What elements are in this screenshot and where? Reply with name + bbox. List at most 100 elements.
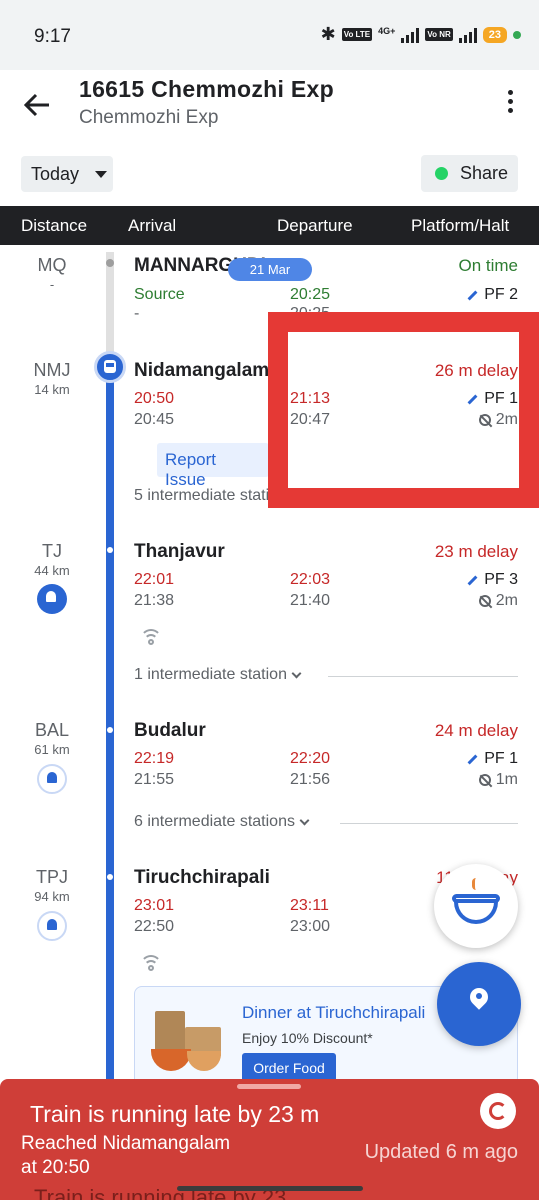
arrival-actual: 23:01: [134, 897, 175, 914]
timeline-dot: [106, 259, 114, 267]
platform-info[interactable]: PF 1: [467, 750, 518, 768]
timeline-dot: [107, 874, 113, 880]
whatsapp-icon: [435, 167, 448, 180]
station-distance: 14 km: [34, 382, 70, 397]
departure-actual: 23:11: [290, 897, 329, 914]
alarm-bell-icon[interactable]: [37, 911, 67, 941]
wifi-icon: [138, 627, 164, 647]
date-select[interactable]: Today: [21, 156, 113, 192]
edit-pencil-icon: [467, 290, 478, 300]
back-arrow-icon[interactable]: [22, 90, 52, 120]
gesture-nav-bar[interactable]: [177, 1186, 363, 1191]
status-bar: 9:17 ✱ Vo LTE 4G+ Vo NR 23: [0, 0, 539, 70]
halt-label: 1m: [495, 771, 518, 788]
timeline-dot: [107, 727, 113, 733]
station-name[interactable]: Nidamangalam: [134, 360, 269, 382]
station-code: TJ: [42, 541, 62, 561]
refresh-icon[interactable]: [480, 1093, 516, 1129]
station-name[interactable]: Tiruchchirapali: [134, 867, 270, 889]
network-type: 4G+: [378, 25, 396, 36]
col-platform: Platform/Halt: [411, 216, 510, 235]
date-chip: 21 Mar: [228, 258, 312, 281]
halt-info: 1m: [478, 771, 518, 789]
status-icons: ✱ Vo LTE 4G+ Vo NR 23: [321, 24, 521, 45]
arrival-scheduled: 21:55: [134, 771, 175, 788]
arrival-scheduled: -: [134, 305, 140, 317]
timer-off-icon: [478, 774, 491, 786]
report-issue-button[interactable]: Report Issue: [157, 443, 269, 489]
arrival-actual: Source: [134, 286, 185, 303]
col-arrival: Arrival: [128, 216, 177, 235]
platform-info[interactable]: PF 2: [467, 286, 518, 304]
signal-icon: [401, 27, 420, 43]
food-fab-button[interactable]: [434, 864, 518, 948]
live-location-fab-button[interactable]: [437, 962, 521, 1046]
col-departure: Departure: [277, 216, 353, 235]
food-bowl-icon: [454, 900, 498, 924]
date-select-label: Today: [31, 163, 80, 184]
status-badge: 24 m delay: [434, 721, 518, 740]
station-code: TPJ: [35, 867, 68, 887]
more-options-icon[interactable]: [500, 90, 520, 120]
drag-handle[interactable]: [237, 1084, 301, 1089]
battery-icon: 23: [482, 26, 507, 43]
intermediate-stations-toggle[interactable]: 1 intermediate station: [134, 666, 302, 684]
food-offer-title: Dinner at Tiruchchirapali: [242, 1003, 426, 1022]
station-code: BAL: [34, 720, 70, 740]
arrival-scheduled: 22:50: [134, 918, 175, 935]
running-status-banner[interactable]: Train is running late by 23 m Reached Ni…: [0, 1079, 539, 1200]
platform-info[interactable]: PF 3: [467, 571, 518, 589]
timeline-passed: [106, 252, 114, 364]
highlight-box: [268, 312, 539, 508]
col-distance: Distance: [21, 216, 88, 235]
privacy-dot-icon: [513, 30, 521, 39]
dropdown-caret-icon: [95, 170, 108, 178]
departure-scheduled: 21:56: [290, 771, 331, 788]
station-distance: 94 km: [34, 889, 70, 904]
station-distance: -: [49, 277, 55, 292]
intermediate-stations-toggle[interactable]: 6 intermediate stations: [134, 813, 310, 831]
departure-actual: 20:25: [290, 286, 331, 303]
arrival-actual: 22:19: [134, 750, 175, 767]
departure-actual: 22:20: [290, 750, 331, 767]
table-header: Distance Arrival Departure Platform/Halt: [0, 206, 539, 245]
page-title: 16615 Chemmozhi Exp: [79, 76, 334, 102]
steam-icon: [472, 878, 480, 890]
divider: [328, 676, 518, 677]
banner-reached-time: at 20:50: [21, 1157, 90, 1178]
banner-updated: Updated 6 m ago: [364, 1141, 518, 1163]
edit-pencil-icon: [467, 575, 478, 585]
signal-icon-2: [458, 27, 477, 43]
platform-label: PF 2: [484, 286, 518, 303]
timer-off-icon: [478, 595, 491, 607]
volte-badge: Vo LTE: [341, 28, 373, 41]
departure-actual: 22:03: [290, 571, 331, 588]
intermediate-label: 6 intermediate stations: [134, 813, 295, 830]
chevron-down-icon: [291, 668, 302, 678]
halt-info: 2m: [478, 592, 518, 610]
food-image: [151, 1009, 225, 1075]
banner-title: Train is running late by 23 m: [30, 1101, 320, 1127]
station-name[interactable]: Budalur: [134, 720, 206, 742]
share-label: Share: [460, 163, 509, 183]
platform-label: PF 3: [484, 571, 518, 588]
alarm-bell-icon[interactable]: [37, 764, 67, 794]
alarm-bell-icon[interactable]: [37, 584, 67, 614]
station-name[interactable]: Thanjavur: [134, 541, 225, 563]
departure-scheduled: 21:40: [290, 592, 331, 609]
chevron-down-icon: [299, 815, 310, 825]
station-distance: 61 km: [34, 742, 70, 757]
arrival-scheduled: 20:45: [134, 411, 175, 428]
status-time: 9:17: [34, 26, 71, 47]
intermediate-label: 1 intermediate station: [134, 666, 287, 683]
divider: [340, 823, 518, 824]
departure-scheduled: 23:00: [290, 918, 331, 935]
arrival-scheduled: 21:38: [134, 592, 175, 609]
share-button[interactable]: Share: [421, 155, 518, 192]
wifi-icon: [138, 953, 164, 973]
bluetooth-icon: ✱: [320, 24, 336, 44]
timeline-dot: [107, 547, 113, 553]
station-code: NMJ: [33, 360, 71, 380]
timeline-upcoming: [106, 364, 114, 1080]
station-code: MQ: [37, 255, 67, 275]
